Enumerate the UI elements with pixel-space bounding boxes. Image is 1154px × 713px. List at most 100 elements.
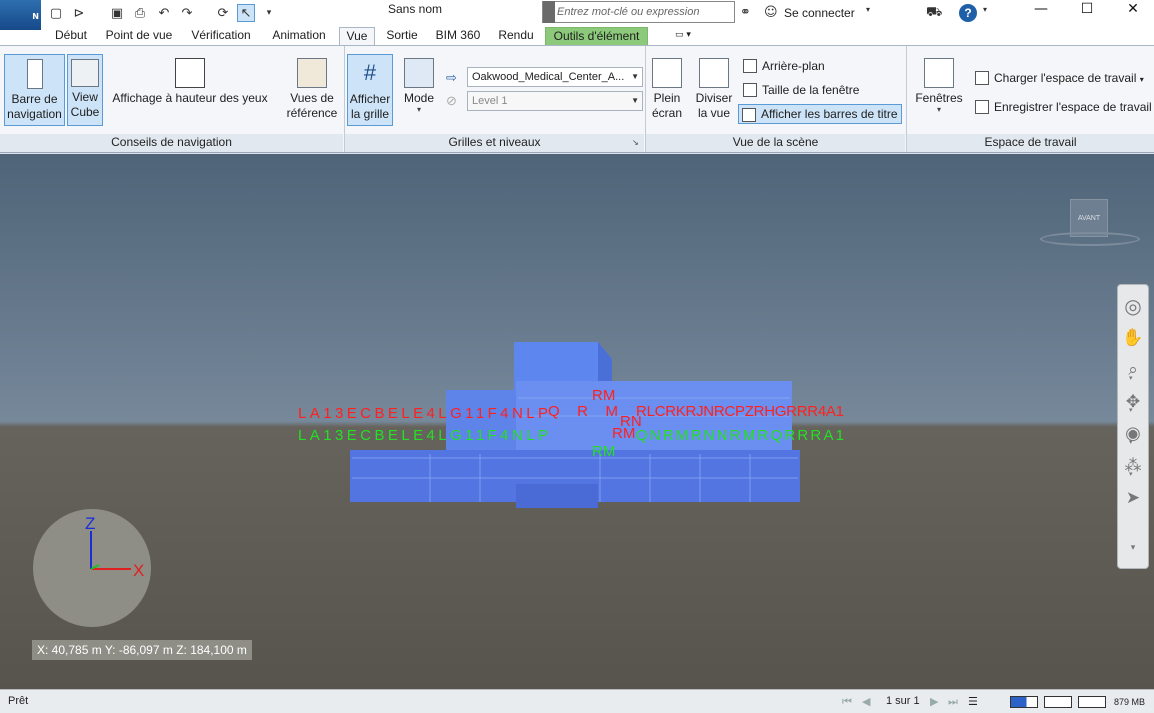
- last-page-icon[interactable]: ⏭: [948, 695, 958, 709]
- background-label: Arrière-plan: [762, 59, 825, 73]
- window-size-icon: [743, 83, 757, 97]
- building-masses: [350, 342, 800, 508]
- document-title: Sans nom: [387, 2, 443, 16]
- user-icon[interactable]: ☺: [764, 5, 778, 20]
- grid-icon: #: [363, 60, 377, 85]
- grid-tag-rm-green: RM: [592, 443, 615, 460]
- ribbon-tabs: Début Point de vue Vérification Animatio…: [0, 27, 1154, 46]
- sign-in-dropdown-icon[interactable]: ▾: [866, 5, 870, 14]
- eye-height-icon: [175, 58, 205, 88]
- show-title-bars-button[interactable]: Afficher les barres de titre: [738, 104, 902, 124]
- split-view-button[interactable]: Diviser la vue: [692, 58, 736, 130]
- next-page-icon[interactable]: ▶: [930, 695, 938, 708]
- reference-views-icon: [297, 58, 327, 88]
- zoom-icon[interactable]: ⌕ ▾: [1118, 357, 1148, 383]
- grid-label-red-right: RLCRKRJNRCPZRHGRRR4A1: [636, 403, 844, 420]
- ref-views-label-2: référence: [286, 106, 338, 120]
- fullscreen-button[interactable]: Plein écran: [648, 58, 686, 130]
- look-around-icon[interactable]: ◉ ▾: [1118, 421, 1148, 447]
- first-page-icon[interactable]: ⏮: [842, 695, 852, 709]
- steering-wheel-icon[interactable]: ◎: [1118, 293, 1148, 319]
- grid-mode-dropdown-icon: ▾: [416, 105, 421, 114]
- grid-tag-rm-red: RM: [592, 387, 615, 404]
- redo-icon[interactable]: ↷: [178, 4, 196, 22]
- qat-dropdown-icon[interactable]: ▾: [260, 4, 278, 22]
- panel-label-scene: Vue de la scène: [646, 134, 905, 152]
- load-workspace-button[interactable]: Charger l'espace de travail ▾: [972, 68, 1152, 88]
- disk-progress-icon: [1044, 696, 1072, 708]
- grid-mode-label: Mode: [403, 91, 435, 105]
- save-icon[interactable]: ▣: [108, 4, 126, 22]
- grid-label-red-mid: QRM: [548, 403, 618, 420]
- view-cube-button[interactable]: View Cube: [67, 54, 103, 126]
- grid-mode-button[interactable]: Mode ▾: [399, 58, 439, 130]
- windows-dropdown-icon: ▾: [936, 105, 941, 114]
- save-workspace-button[interactable]: Enregistrer l'espace de travail: [972, 97, 1152, 117]
- new-file-icon[interactable]: ▢: [47, 4, 65, 22]
- background-button[interactable]: Arrière-plan: [740, 56, 900, 76]
- select-arrow-icon[interactable]: ➤: [1118, 485, 1148, 511]
- tab-vue[interactable]: Vue: [339, 27, 375, 46]
- fullscreen-icon: [652, 58, 682, 88]
- axis-indicator: Z X: [33, 509, 151, 627]
- active-model-combo[interactable]: Oakwood_Medical_Center_A... ▼: [467, 67, 643, 87]
- building-entrance: [516, 484, 598, 508]
- navigation-bar-button[interactable]: Barre de navigation: [4, 54, 65, 126]
- panel-launcher-icon[interactable]: ↘: [632, 138, 639, 147]
- print-icon[interactable]: ⎙: [131, 4, 149, 22]
- active-model-dropdown-icon: ▼: [631, 72, 639, 81]
- search-input[interactable]: Entrez mot-clé ou expression: [542, 1, 735, 23]
- ribbon: Barre de navigation View Cube Affichage …: [0, 45, 1154, 153]
- application-menu-button[interactable]: N: [0, 0, 41, 30]
- model-icon: ⇨: [446, 70, 457, 85]
- tab-rendu[interactable]: Rendu: [492, 27, 540, 46]
- tab-sortie[interactable]: Sortie: [381, 27, 423, 46]
- minimize-button[interactable]: —: [1018, 0, 1064, 20]
- pan-icon[interactable]: ✋: [1118, 325, 1148, 351]
- tab-verification[interactable]: Vérification: [184, 27, 258, 46]
- view-cube-icon: [71, 59, 99, 87]
- windows-button[interactable]: Fenêtres ▾: [912, 58, 966, 130]
- memory-usage: 879 MB: [1114, 697, 1146, 707]
- panel-label-navigation: Conseils de navigation: [0, 134, 343, 152]
- level-combo[interactable]: Level 1 ▼: [467, 91, 643, 111]
- tab-point-de-vue[interactable]: Point de vue: [100, 27, 178, 46]
- save-workspace-label: Enregistrer l'espace de travail: [994, 100, 1152, 114]
- help-button[interactable]: ?: [959, 4, 977, 22]
- grid-mode-icon: [404, 58, 434, 88]
- eye-height-button[interactable]: Affichage à hauteur des yeux: [110, 58, 270, 126]
- load-workspace-label: Charger l'espace de travail: [994, 71, 1137, 85]
- eye-height-label: Affichage à hauteur des yeux: [112, 91, 268, 105]
- orbit-icon[interactable]: ✥ ▾: [1118, 389, 1148, 415]
- refresh-icon[interactable]: ⟳: [214, 4, 232, 22]
- open-file-icon[interactable]: ⊳: [70, 4, 88, 22]
- navigation-bar-menu-icon[interactable]: ▾: [1118, 541, 1148, 555]
- tab-bim-360[interactable]: BIM 360: [429, 27, 487, 46]
- status-bar: Prêt ⏮ ◀ 1 sur 1 ▶ ⏭ ☰ 879 MB: [0, 689, 1154, 713]
- show-grid-button[interactable]: # Afficher la grille: [347, 54, 393, 126]
- binoculars-icon[interactable]: ⚭: [740, 5, 751, 20]
- sign-in-link[interactable]: Se connecter: [784, 6, 855, 20]
- reference-views-button[interactable]: Vues de référence: [280, 58, 344, 130]
- ribbon-minimize-icon[interactable]: ▭ ▾: [668, 27, 698, 46]
- window-size-button[interactable]: Taille de la fenêtre: [740, 80, 900, 100]
- web-server-progress-icon: [1078, 696, 1106, 708]
- axis-triad: Z X: [85, 514, 144, 580]
- walk-icon[interactable]: ⁂ ▾: [1118, 453, 1148, 479]
- sheet-browser-icon[interactable]: ☰: [968, 695, 978, 708]
- cart-icon[interactable]: ⛟: [926, 5, 942, 22]
- tab-outils-element[interactable]: Outils d'élément: [545, 27, 648, 46]
- split-view-label-2: la vue: [697, 106, 731, 120]
- tab-animation[interactable]: Animation: [264, 27, 334, 46]
- maximize-button[interactable]: ☐: [1064, 0, 1110, 20]
- previous-page-icon[interactable]: ◀: [862, 695, 870, 708]
- help-dropdown-icon[interactable]: ▾: [983, 5, 987, 14]
- status-text: Prêt: [8, 695, 29, 707]
- view-cube-label-1: View: [72, 90, 98, 104]
- undo-icon[interactable]: ↶: [155, 4, 173, 22]
- tab-debut[interactable]: Début: [48, 27, 94, 46]
- select-cursor-icon[interactable]: ↖: [237, 4, 255, 22]
- close-button[interactable]: ✕: [1110, 0, 1154, 20]
- view-cube-compass[interactable]: [1040, 232, 1140, 246]
- 3d-viewport[interactable]: LA13ECBELE4LG11F4NLP QRM RLCRKRJNRCPZRHG…: [0, 154, 1154, 689]
